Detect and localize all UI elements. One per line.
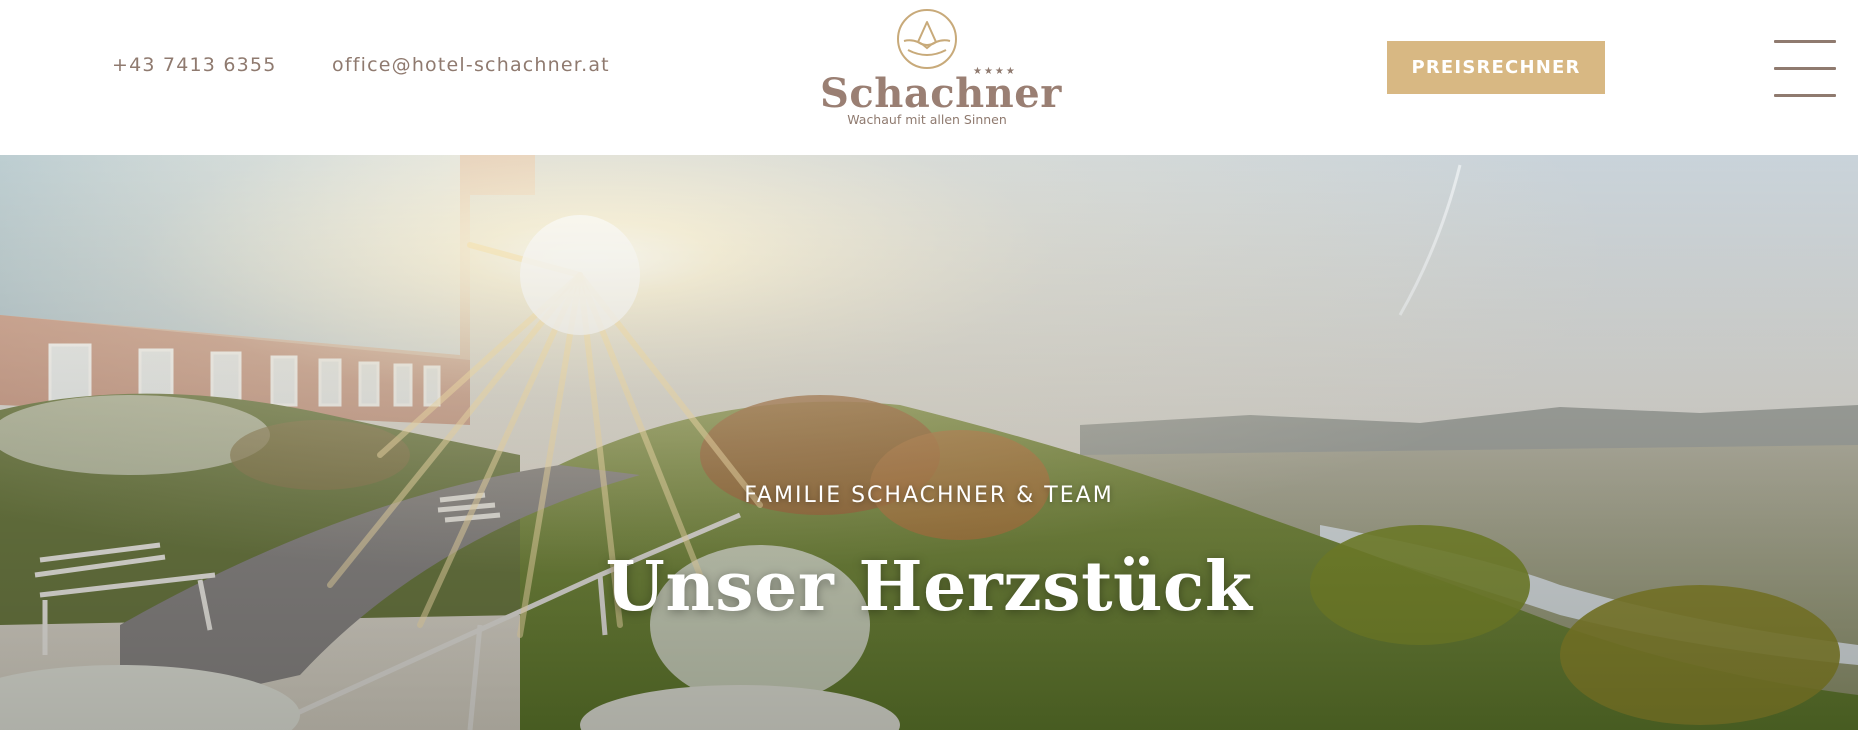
hero-section: FAMILIE SCHACHNER & TEAM Unser Herzstück xyxy=(0,155,1858,730)
hero-kicker: FAMILIE SCHACHNER & TEAM xyxy=(744,483,1114,508)
hotel-logo[interactable]: ★★★★ Schachner Wachauf mit allen Sinnen xyxy=(820,8,1062,128)
site-header: +43 7413 6355 office@hotel-schachner.at … xyxy=(0,0,1858,155)
phone-link[interactable]: +43 7413 6355 xyxy=(112,54,276,76)
hero-title: Unser Herzstück xyxy=(605,547,1253,627)
price-calculator-button[interactable]: PREISRECHNER xyxy=(1387,41,1605,94)
hamburger-menu-icon[interactable] xyxy=(1774,38,1836,100)
logo-tagline: Wachauf mit allen Sinnen xyxy=(847,112,1007,127)
email-link[interactable]: office@hotel-schachner.at xyxy=(332,54,610,76)
lotus-logo-icon xyxy=(897,9,957,69)
menu-bar xyxy=(1774,94,1836,97)
menu-bar xyxy=(1774,40,1836,43)
hero-landscape-image xyxy=(0,155,1858,730)
logo-wordmark: Schachner xyxy=(820,70,1062,117)
menu-bar xyxy=(1774,67,1836,70)
